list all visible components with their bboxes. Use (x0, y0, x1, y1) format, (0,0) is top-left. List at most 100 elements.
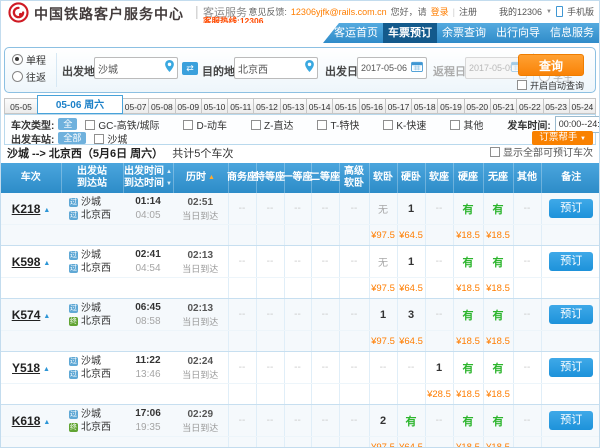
checkbox-icon[interactable] (383, 120, 393, 130)
trip-option-roundtrip[interactable]: 往返 (12, 70, 46, 87)
column-header[interactable]: 一等座 (284, 163, 311, 193)
train-type-option[interactable]: 其他 (450, 117, 483, 132)
register-link[interactable]: 注册 (459, 5, 477, 18)
column-header[interactable]: 高级软卧 (339, 163, 369, 193)
radio-unchecked-icon[interactable] (12, 71, 23, 82)
depart-time-select[interactable]: 00:00--24:00 ▼ (555, 116, 600, 133)
query-button[interactable]: 查询 (518, 54, 584, 76)
expand-icon[interactable]: ▲ (43, 419, 50, 426)
train-number-link[interactable]: Y518 (12, 361, 40, 375)
column-header[interactable]: 其他 (513, 163, 541, 193)
date-tab[interactable]: 05-15 (332, 98, 359, 114)
date-tab[interactable]: 05-09 (175, 98, 202, 114)
book-button[interactable]: 预订 (549, 305, 593, 324)
station-all-badge[interactable]: 全部 (58, 132, 86, 144)
checkbox-icon[interactable] (251, 120, 261, 130)
column-header[interactable]: 出发时间▲到达时间▼ (123, 163, 173, 193)
date-tab[interactable]: 05-14 (306, 98, 333, 114)
expand-icon[interactable]: ▲ (43, 366, 50, 373)
column-header[interactable]: 车次 (1, 163, 61, 193)
station-option[interactable]: 沙城 (94, 131, 127, 146)
date-tab[interactable]: 05-19 (437, 98, 464, 114)
train-number-link[interactable]: K598 (12, 255, 41, 269)
book-button[interactable]: 预订 (549, 252, 593, 271)
nav-tab[interactable]: 客运首页 (329, 23, 383, 43)
sort-icon[interactable]: ▲ (166, 166, 172, 178)
expand-icon[interactable]: ▲ (43, 260, 50, 267)
column-header[interactable]: 硬座 (453, 163, 483, 193)
booking-helper-button[interactable]: 订票帮手 ▼ (532, 131, 593, 145)
to-station-input[interactable]: 北京西 (234, 57, 318, 79)
train-type-option[interactable]: T-特快 (317, 117, 359, 132)
nav-tab[interactable]: 车票预订 (383, 23, 437, 43)
train-type-option[interactable]: GC-高铁/城际 (85, 117, 159, 132)
show-all-option[interactable]: 显示全部可预订车次 (490, 145, 593, 163)
checkbox-icon[interactable] (183, 120, 193, 130)
location-pin-icon[interactable] (165, 59, 174, 77)
trip-option-oneway[interactable]: 单程 (12, 53, 46, 70)
train-number-link[interactable]: K574 (12, 308, 41, 322)
train-type-option[interactable]: D-动车 (183, 117, 227, 132)
date-tab[interactable]: 05-12 (253, 98, 280, 114)
column-header[interactable]: 特等座 (256, 163, 284, 193)
date-tab[interactable]: 05-18 (411, 98, 438, 114)
location-pin-icon[interactable] (305, 59, 314, 77)
feedback-email-link[interactable]: 12306yjfk@rails.com.cn (291, 7, 387, 17)
column-header[interactable]: 商务座 (228, 163, 256, 193)
radio-checked-icon[interactable] (12, 54, 23, 65)
column-header[interactable]: 出发站到达站 (61, 163, 123, 193)
depart-date-input[interactable]: 2017-05-06 (357, 57, 427, 79)
date-tab[interactable]: 05-10 (201, 98, 228, 114)
book-button[interactable]: 预订 (549, 358, 593, 377)
book-button[interactable]: 预订 (549, 411, 593, 430)
from-station-input[interactable]: 沙城 (94, 57, 178, 79)
train-type-all-badge[interactable]: 全部 (58, 118, 77, 130)
train-type-option-label: Z-直达 (264, 121, 293, 132)
checkbox-icon[interactable] (94, 134, 104, 144)
checkbox-icon[interactable] (450, 120, 460, 130)
checkbox-icon[interactable] (317, 120, 327, 130)
train-type-option[interactable]: Z-直达 (251, 117, 293, 132)
login-link[interactable]: 登录 (431, 5, 449, 18)
date-tab[interactable]: 05-08 (148, 98, 175, 114)
expand-icon[interactable]: ▲ (43, 207, 50, 214)
column-header[interactable]: 软卧 (369, 163, 397, 193)
checkbox-icon[interactable] (490, 147, 500, 157)
date-tab[interactable]: 05-23 (543, 98, 570, 114)
column-header[interactable]: 无座 (483, 163, 513, 193)
my12306-link[interactable]: 我的12306 (499, 5, 542, 18)
train-number-link[interactable]: K218 (12, 202, 41, 216)
train-number-link[interactable]: K618 (12, 414, 41, 428)
date-tab[interactable]: 05-16 (359, 98, 386, 114)
date-tab[interactable]: 05-21 (490, 98, 517, 114)
date-tab[interactable]: 05-06 周六 (37, 95, 123, 114)
date-tab[interactable]: 05-13 (280, 98, 307, 114)
column-header[interactable]: 硬卧 (397, 163, 425, 193)
date-tab[interactable]: 05-22 (516, 98, 543, 114)
auto-query-option[interactable]: 开启自动查询 (517, 79, 584, 92)
column-header[interactable]: 备注 (541, 163, 600, 193)
swap-stations-icon[interactable]: ⇄ (182, 62, 198, 75)
date-tab[interactable]: 05-20 (464, 98, 491, 114)
date-tab[interactable]: 05-11 (227, 98, 254, 114)
calendar-icon[interactable] (411, 59, 423, 77)
nav-tab[interactable]: 余票查询 (437, 23, 491, 43)
expand-icon[interactable]: ▲ (43, 313, 50, 320)
date-tab[interactable]: 05-05 (4, 98, 38, 114)
date-tab[interactable]: 05-24 (569, 98, 596, 114)
nav-tab[interactable]: 信息服务 (545, 23, 599, 43)
sort-icon[interactable]: ▲ (208, 172, 215, 184)
train-type-option[interactable]: K-快速 (383, 117, 426, 132)
column-header[interactable]: 软座 (425, 163, 453, 193)
mobile-version-link[interactable]: 手机版 (567, 5, 594, 18)
my12306-caret-icon[interactable]: ▼ (546, 9, 552, 15)
nav-tab[interactable]: 出行向导 (491, 23, 545, 43)
column-header[interactable]: 二等座 (311, 163, 339, 193)
date-tab[interactable]: 05-07 (122, 98, 149, 114)
date-tab[interactable]: 05-17 (385, 98, 412, 114)
checkbox-icon[interactable] (517, 80, 527, 90)
column-header[interactable]: 历时▲ (173, 163, 228, 193)
book-button[interactable]: 预订 (549, 199, 593, 218)
sort-icon[interactable]: ▼ (166, 178, 172, 190)
checkbox-icon[interactable] (85, 120, 95, 130)
